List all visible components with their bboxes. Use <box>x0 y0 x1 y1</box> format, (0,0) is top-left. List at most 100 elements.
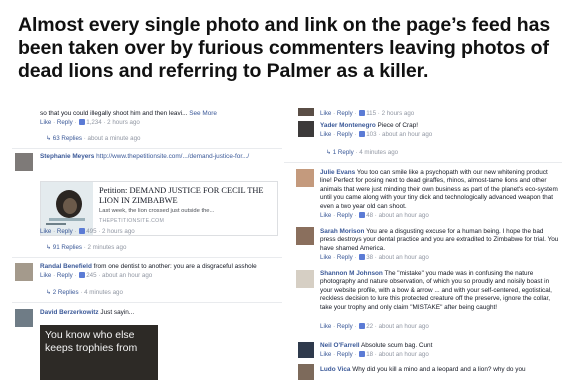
commenter-name[interactable]: Randal Benefield <box>40 263 92 270</box>
avatar[interactable] <box>296 169 314 187</box>
commenter-name[interactable]: Sarah Morison <box>320 228 364 235</box>
comment-meta: Like · Reply · 22 · about an hour ago <box>320 323 429 330</box>
reply-link[interactable]: Reply <box>337 351 353 358</box>
avatar[interactable] <box>296 227 314 245</box>
like-count: 245 <box>86 272 97 279</box>
like-link[interactable]: Like <box>320 131 331 138</box>
avatar[interactable] <box>298 364 314 380</box>
like-count: 38 <box>366 254 374 261</box>
reply-arrow-icon: ↳ <box>46 290 52 296</box>
avatar[interactable] <box>298 108 314 116</box>
reply-link[interactable]: Reply <box>57 272 73 279</box>
comment-meta: Like · Reply · 48 · about an hour ago <box>320 212 429 219</box>
timestamp: 2 hours ago <box>107 119 140 126</box>
timestamp: 2 hours ago <box>102 228 135 235</box>
reply-link[interactable]: Reply <box>57 119 73 126</box>
replies-row[interactable]: ↳ 1 Reply · 4 minutes ago <box>326 149 398 157</box>
comment: Julie Evans You too can smile like a psy… <box>320 169 560 211</box>
replies-row[interactable]: ↳ 2 Replies · 4 minutes ago <box>46 289 123 297</box>
reply-arrow-icon: ↳ <box>46 245 52 251</box>
replies-row[interactable]: ↳ 91 Replies · 2 minutes ago <box>46 244 126 252</box>
comment-text: You too can smile like a psychopath with… <box>320 169 558 210</box>
right-comment-column: Like · Reply · 115 · 2 hours ago Yader M… <box>284 108 562 380</box>
thumbs-up-icon <box>359 351 366 357</box>
reply-link[interactable]: Reply <box>57 228 73 235</box>
replies-link[interactable]: 2 Replies <box>53 289 79 296</box>
comment-meta: Like · Reply · 245 · about an hour ago <box>40 272 153 279</box>
comment: Yader Montenegro Piece of Crap! <box>320 122 560 130</box>
comment-truncated: so that you could illegally shoot him an… <box>40 110 217 117</box>
comment-meta: Like · Reply · 38 · about an hour ago <box>320 254 429 261</box>
meme-image[interactable]: You know who else keeps trophies from <box>40 325 158 380</box>
thumbs-up-icon <box>359 254 366 260</box>
thumbs-up-icon <box>359 110 366 116</box>
like-count: 495 <box>86 228 97 235</box>
see-more-link[interactable]: See More <box>189 110 217 117</box>
avatar[interactable] <box>15 263 33 281</box>
timestamp: about an hour ago <box>382 131 433 138</box>
timestamp: about an hour ago <box>378 351 429 358</box>
comment: Stephanie Meyers http://www.thepetitions… <box>40 153 280 161</box>
like-link[interactable]: Like <box>320 110 331 117</box>
headline: Almost every single photo and link on th… <box>18 14 551 82</box>
card-title[interactable]: Petition: DEMAND JUSTICE FOR CECIL THE L… <box>99 186 275 206</box>
comment-meta: Like · Reply · 18 · about an hour ago <box>320 351 429 358</box>
like-link[interactable]: Like <box>320 323 331 330</box>
commenter-name[interactable]: Neil O'Farrell <box>320 342 360 349</box>
card-domain: THEPETITIONSITE.COM <box>99 218 165 224</box>
reply-link[interactable]: Reply <box>337 131 353 138</box>
reply-link[interactable]: Reply <box>337 254 353 261</box>
avatar[interactable] <box>298 342 314 358</box>
reply-link[interactable]: Reply <box>337 110 353 117</box>
comment: Neil O'Farrell Absolute scum bag. Cunt <box>320 342 560 350</box>
divider <box>284 162 562 163</box>
thumbs-up-icon <box>79 272 86 278</box>
like-count: 48 <box>366 212 374 219</box>
commenter-name[interactable]: Ludo Vica <box>320 366 350 373</box>
replies-link[interactable]: 1 Reply <box>333 149 354 156</box>
comment-text: Why did you kill a mino and a leopard an… <box>352 366 526 373</box>
like-link[interactable]: Like <box>320 351 331 358</box>
avatar[interactable] <box>15 153 33 171</box>
thumbs-up-icon <box>359 131 366 137</box>
timestamp: about an hour ago <box>378 323 429 330</box>
comment: David Berzerkowitz Just sayin... <box>40 309 280 317</box>
avatar[interactable] <box>296 270 314 288</box>
comment-text: Piece of Crap! <box>377 122 419 129</box>
like-count: 115 <box>366 110 377 117</box>
comment-link[interactable]: http://www.thepetitionsite.com/.../deman… <box>96 153 249 160</box>
commenter-name[interactable]: David Berzerkowitz <box>40 309 99 316</box>
timestamp: 4 minutes ago <box>359 149 399 156</box>
commenter-name[interactable]: Yader Montenegro <box>320 122 376 129</box>
replies-row[interactable]: ↳ 63 Replies · about a minute ago <box>46 135 141 143</box>
like-link[interactable]: Like <box>40 119 51 126</box>
timestamp: about an hour ago <box>378 254 429 261</box>
card-description: Last week, the lion crossed just outside… <box>99 208 215 214</box>
reply-link[interactable]: Reply <box>337 212 353 219</box>
comment: Sarah Morison You are a disgusting excus… <box>320 228 560 253</box>
divider <box>12 148 282 149</box>
replies-link[interactable]: 63 Replies <box>53 135 82 142</box>
timestamp: 2 minutes ago <box>87 244 127 251</box>
commenter-name[interactable]: Stephanie Meyers <box>40 153 94 160</box>
comment-meta: Like · Reply · 103 · about an hour ago <box>320 131 433 138</box>
comment-meta: Like · Reply · 495 · 2 hours ago <box>40 228 135 235</box>
reply-link[interactable]: Reply <box>337 323 353 330</box>
commenter-name[interactable]: Julie Evans <box>320 169 355 176</box>
like-link[interactable]: Like <box>40 272 51 279</box>
facebook-comments-screenshot: so that you could illegally shoot him an… <box>12 108 562 380</box>
timestamp: 2 hours ago <box>381 110 415 117</box>
divider <box>12 302 282 303</box>
commenter-name[interactable]: Shannon M Johnson <box>320 270 383 277</box>
reply-arrow-icon: ↳ <box>326 150 332 156</box>
comment: Randal Benefield from one dentist to ano… <box>40 263 280 271</box>
thumbs-up-icon <box>79 119 86 125</box>
replies-link[interactable]: 91 Replies <box>53 244 82 251</box>
avatar[interactable] <box>15 309 33 327</box>
comment-text: Absolute scum bag. Cunt <box>360 342 433 349</box>
divider <box>12 257 282 258</box>
like-link[interactable]: Like <box>40 228 51 235</box>
like-link[interactable]: Like <box>320 254 331 261</box>
avatar[interactable] <box>298 121 314 137</box>
like-link[interactable]: Like <box>320 212 331 219</box>
